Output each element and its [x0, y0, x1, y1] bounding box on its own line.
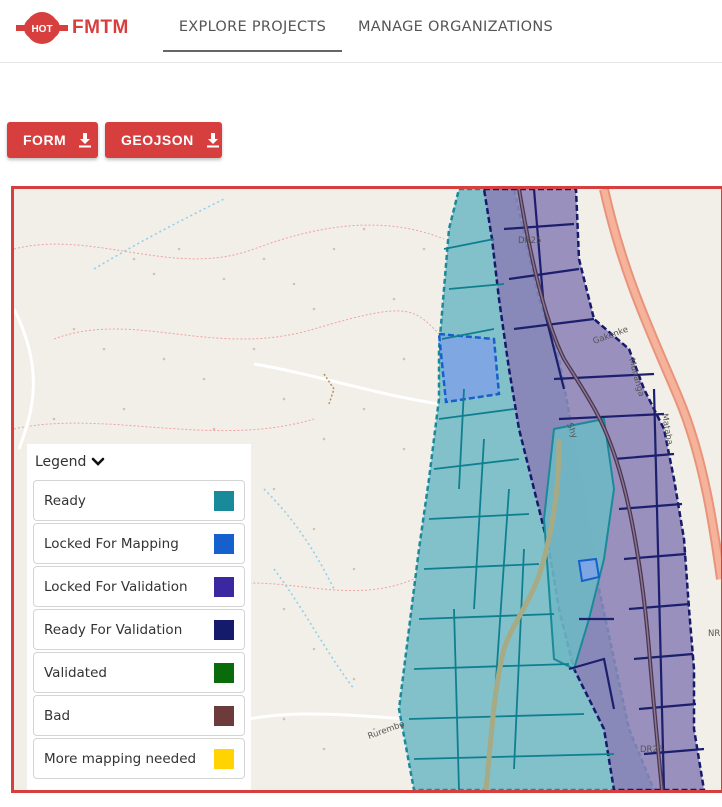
legend-item-ready: Ready	[33, 480, 245, 521]
geojson-button-label: GEOJSON	[121, 132, 194, 148]
legend-swatch	[214, 619, 234, 640]
legend-item-label: Ready	[44, 492, 86, 509]
legend-item-bad: Bad	[33, 695, 245, 736]
legend-swatch	[214, 576, 234, 597]
road-label-dr25-south: DR25	[640, 745, 663, 755]
legend-item-label: Validated	[44, 664, 107, 681]
download-icon	[206, 133, 219, 148]
locked-mapping-task[interactable]	[437, 332, 501, 404]
chevron-down-icon[interactable]	[91, 457, 105, 467]
legend-swatch	[214, 662, 234, 683]
tab-manage-organizations[interactable]: MANAGE ORGANIZATIONS	[358, 0, 553, 50]
legend-item-label: More mapping needed	[44, 750, 197, 767]
tab-explore-projects[interactable]: EXPLORE PROJECTS	[163, 0, 342, 52]
legend-item-ready-for-validation: Ready For Validation	[33, 609, 245, 650]
fmtm-logo[interactable]: HOT FMTM	[14, 8, 129, 48]
legend-header[interactable]: Legend	[33, 444, 245, 480]
legend-item-validated: Validated	[33, 652, 245, 693]
logo-badge-text: HOT	[31, 24, 52, 35]
project-map[interactable]: DR25 Gakenke Muhanga Mataba Shy Rurembo …	[11, 186, 722, 793]
hot-logo-icon: HOT	[14, 9, 70, 47]
top-header: HOT FMTM EXPLORE PROJECTS MANAGE ORGANIZ…	[0, 0, 722, 63]
legend-item-more-mapping-needed: More mapping needed	[33, 738, 245, 779]
legend-item-locked-for-mapping: Locked For Mapping	[33, 523, 245, 564]
legend-swatch	[214, 490, 234, 511]
map-legend: Legend Ready Locked For Mapping Locked F…	[27, 444, 251, 790]
road-label-dr25: DR25	[518, 236, 541, 246]
legend-title: Legend	[35, 454, 87, 470]
legend-swatch	[214, 533, 234, 554]
legend-item-label: Bad	[44, 707, 71, 724]
logo-text: FMTM	[72, 17, 129, 38]
form-button-label: FORM	[23, 132, 67, 148]
legend-swatch	[214, 748, 234, 769]
legend-swatch	[214, 705, 234, 726]
road-label-nr: NR	[708, 629, 720, 639]
download-icon	[79, 133, 92, 148]
legend-item-label: Locked For Mapping	[44, 535, 179, 552]
locked-mapping-task-small[interactable]	[577, 557, 601, 583]
legend-item-locked-for-validation: Locked For Validation	[33, 566, 245, 607]
download-form-button[interactable]: FORM	[7, 122, 98, 158]
legend-item-label: Locked For Validation	[44, 578, 188, 595]
legend-item-label: Ready For Validation	[44, 621, 183, 638]
download-geojson-button[interactable]: GEOJSON	[105, 122, 222, 158]
